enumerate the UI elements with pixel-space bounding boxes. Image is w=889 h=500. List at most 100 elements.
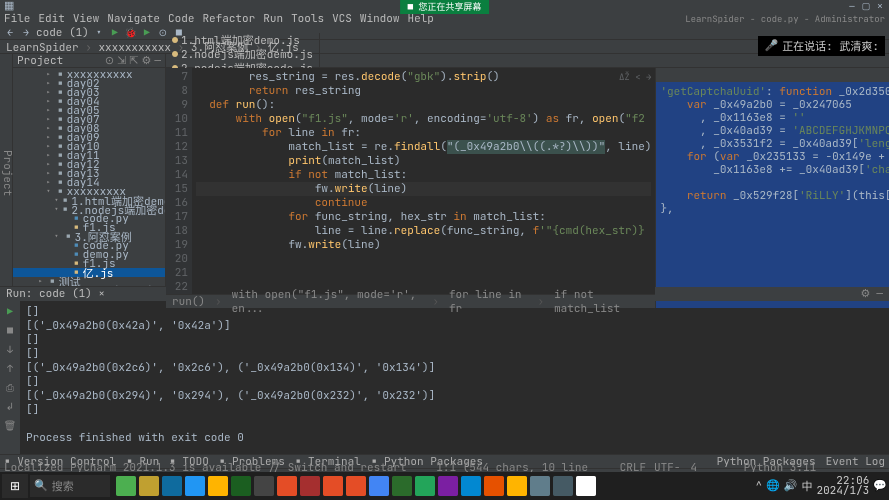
- project-title: Project: [17, 54, 63, 68]
- close-button[interactable]: ✕: [875, 1, 885, 11]
- start-button[interactable]: ⊞: [2, 474, 28, 498]
- taskbar-app-icon[interactable]: [185, 476, 205, 496]
- up-icon[interactable]: ↑: [7, 362, 13, 375]
- bc-segment[interactable]: if not match_list: [554, 288, 649, 316]
- expand-icon[interactable]: ▾: [54, 205, 59, 215]
- taskbar-app-icon[interactable]: [369, 476, 389, 496]
- taskbar-app-icon[interactable]: [208, 476, 228, 496]
- left-tool-gutter: Project: [0, 54, 13, 286]
- taskbar-app-icon[interactable]: [484, 476, 504, 496]
- taskbar-app-icon[interactable]: [254, 476, 274, 496]
- taskbar-app-icon[interactable]: [392, 476, 412, 496]
- main-editor[interactable]: 78910111213141516171819202122 res_string…: [166, 68, 655, 308]
- expand-icon[interactable]: ▸: [30, 286, 35, 287]
- project-tool-tab[interactable]: Project: [0, 150, 14, 196]
- tray-up-icon[interactable]: ^: [755, 479, 762, 493]
- debug-icon[interactable]: 🐞: [125, 27, 137, 39]
- menu-item-view[interactable]: View: [73, 12, 99, 26]
- expand-icon[interactable]: ▾: [46, 187, 54, 197]
- bc-segment[interactable]: run(): [172, 295, 205, 309]
- taskbar-app-icon[interactable]: [438, 476, 458, 496]
- run-icon[interactable]: ▶: [109, 27, 121, 39]
- taskbar-app-icon[interactable]: [162, 476, 182, 496]
- taskbar-app-icon[interactable]: [116, 476, 136, 496]
- run-console-output[interactable]: [][('_0x49a2b0(0x42a)', '0x42a')][][][('…: [20, 301, 889, 454]
- split-editor-right[interactable]: 4 2 3 11 ⛶ 'getCaptchaUuid': function _0…: [655, 68, 889, 308]
- menu-item-edit[interactable]: Edit: [38, 12, 64, 26]
- select-opened-icon[interactable]: ⊙: [105, 54, 114, 68]
- taskbar-search[interactable]: 🔍 搜索: [30, 475, 110, 497]
- stop-run-icon[interactable]: ■: [7, 324, 13, 337]
- minimize-button[interactable]: —: [847, 1, 857, 11]
- taskbar-app-icon[interactable]: [231, 476, 251, 496]
- taskbar-app-icon[interactable]: [346, 476, 366, 496]
- taskbar-app-icon[interactable]: [530, 476, 550, 496]
- line-gutter: 78910111213141516171819202122: [166, 68, 192, 294]
- project-tree[interactable]: ▸▪xxxxxxxxxx▸▪day02▸▪day03▸▪day04▸▪day05…: [13, 68, 165, 286]
- editor-area: 1.html端加密demo.js2.nodejs端加密demo.js2.node…: [166, 54, 889, 286]
- editor-tab[interactable]: 2.nodejs端加密demo.js: [166, 47, 320, 61]
- taskbar-clock[interactable]: 22:06 2024/1/3: [816, 476, 869, 496]
- coverage-icon[interactable]: ▶: [141, 27, 153, 39]
- tray-ime-icon[interactable]: 中: [801, 478, 812, 494]
- menu-item-run[interactable]: Run: [263, 12, 283, 26]
- run-settings-icon[interactable]: ⚙: [861, 287, 871, 301]
- maximize-button[interactable]: ▢: [861, 1, 871, 11]
- menu-item-window[interactable]: Window: [360, 12, 400, 26]
- split-editor-content[interactable]: 'getCaptchaUuid': function _0x2d350e() {…: [656, 82, 889, 308]
- editor-breadcrumb[interactable]: run() › with open("f1.js", mode='r', en.…: [166, 294, 655, 308]
- project-header: Project ⊙ ⇲ ⇱ ⚙ —: [13, 54, 165, 68]
- wrap-icon[interactable]: ↲: [6, 400, 14, 413]
- tree-label: External Libraries: [47, 284, 165, 287]
- bc-segment[interactable]: for line in fr: [449, 288, 528, 316]
- tray-volume-icon[interactable]: 🔊: [784, 479, 798, 493]
- file-type-icon: [172, 37, 178, 43]
- rerun-icon[interactable]: ▶: [7, 305, 13, 318]
- taskbar-app-icon[interactable]: [507, 476, 527, 496]
- expand-all-icon[interactable]: ⇲: [117, 54, 126, 68]
- run-panel: Run: code (1) × ⚙ — ▶ ■ ↓ ↑ ⎙ ↲ 🗑 [][('_…: [0, 286, 889, 454]
- run-tab-label[interactable]: Run: code (1) ×: [6, 287, 105, 301]
- forward-icon[interactable]: →: [20, 27, 32, 39]
- taskbar-app-icon[interactable]: [139, 476, 159, 496]
- menu-item-help[interactable]: Help: [407, 12, 433, 26]
- taskbar-app-icon[interactable]: [553, 476, 573, 496]
- expand-icon[interactable]: ▾: [54, 232, 62, 242]
- settings-icon[interactable]: ⚙: [142, 54, 152, 68]
- trash-icon[interactable]: 🗑: [4, 419, 17, 432]
- back-icon[interactable]: ←: [4, 27, 16, 39]
- menu-item-vcs[interactable]: VCS: [332, 12, 352, 26]
- file-icon: ▪: [65, 230, 72, 244]
- taskbar-app-icon[interactable]: [415, 476, 435, 496]
- crumb-segment[interactable]: xxxxxxxxxxx: [98, 41, 171, 55]
- run-config-selector[interactable]: code (1): [36, 26, 89, 40]
- taskbar-app-icon[interactable]: [323, 476, 343, 496]
- collapse-all-icon[interactable]: ⇱: [129, 54, 138, 68]
- run-hide-icon[interactable]: —: [876, 287, 883, 301]
- menu-item-navigate[interactable]: Navigate: [107, 12, 160, 26]
- menu-item-tools[interactable]: Tools: [291, 12, 324, 26]
- print-icon[interactable]: ⎙: [6, 381, 14, 394]
- crumb-segment[interactable]: LearnSpider: [6, 41, 79, 55]
- menu-item-refactor[interactable]: Refactor: [202, 12, 255, 26]
- taskbar-app-icon[interactable]: [461, 476, 481, 496]
- down-icon[interactable]: ↓: [7, 343, 13, 356]
- breadcrumb: LearnSpider › xxxxxxxxxxx › 3.阿怼案例 › 亿.j…: [0, 40, 889, 54]
- title-bar: ▦ ■ 您正在共享屏幕 — ▢ ✕: [0, 0, 889, 12]
- taskbar-app-icon[interactable]: [277, 476, 297, 496]
- menu-item-file[interactable]: File: [4, 12, 30, 26]
- menu-item-code[interactable]: Code: [168, 12, 194, 26]
- code-content[interactable]: res_string = res.decode("gbk").strip()ΔŽ…: [192, 68, 655, 294]
- taskbar-app-icon[interactable]: [576, 476, 596, 496]
- editor-tab[interactable]: 1.html端加密demo.js: [166, 33, 320, 47]
- tray-network-icon[interactable]: 🌐: [766, 479, 780, 493]
- project-panel: Project ⊙ ⇲ ⇱ ⚙ — ▸▪xxxxxxxxxx▸▪day02▸▪d…: [13, 54, 166, 286]
- notification-icon[interactable]: 💬: [873, 479, 887, 493]
- bc-segment[interactable]: with open("f1.js", mode='r', en...: [232, 288, 423, 316]
- taskbar-app-icon[interactable]: [300, 476, 320, 496]
- tree-item[interactable]: ▪亿.js: [13, 268, 165, 277]
- system-tray[interactable]: ^ 🌐 🔊 中 22:06 2024/1/3 💬: [755, 476, 887, 496]
- config-dropdown-icon[interactable]: ▾: [93, 27, 105, 39]
- file-type-icon: [172, 51, 178, 57]
- hide-icon[interactable]: —: [154, 54, 161, 68]
